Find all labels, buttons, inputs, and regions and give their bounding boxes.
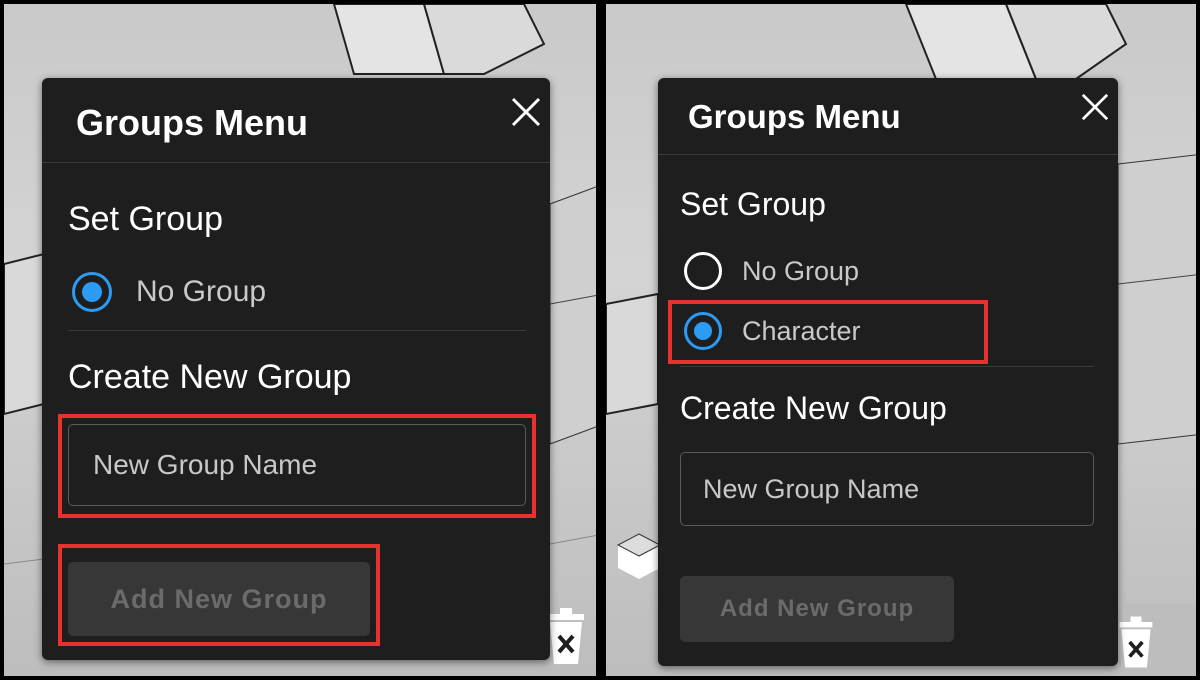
left-screenshot: Groups Menu Set Group No Group Create Ne… <box>0 0 600 680</box>
section-divider <box>680 366 1094 367</box>
title-divider <box>658 154 1118 155</box>
highlight-box-character <box>668 300 988 364</box>
radio-option-no-group[interactable]: No Group <box>72 272 266 312</box>
title-divider <box>42 162 550 163</box>
create-new-group-label: Create New Group <box>680 390 947 426</box>
close-icon[interactable] <box>510 96 542 128</box>
create-new-group-label: Create New Group <box>68 358 352 396</box>
radio-option-label: No Group <box>136 275 267 308</box>
close-icon[interactable] <box>1080 92 1110 122</box>
radio-selected-icon[interactable] <box>72 272 112 312</box>
section-divider <box>68 330 526 331</box>
add-new-group-button[interactable]: Add New Group <box>680 576 954 642</box>
radio-unselected-icon[interactable] <box>684 252 722 290</box>
set-group-label: Set Group <box>68 200 223 238</box>
menu-title: Groups Menu <box>76 102 308 143</box>
right-screenshot: Groups Menu Set Group No Group Character… <box>602 0 1200 680</box>
new-group-name-input[interactable] <box>680 452 1094 526</box>
radio-option-no-group[interactable]: No Group <box>684 252 859 290</box>
trash-icon[interactable] <box>1116 616 1156 673</box>
highlight-box-input <box>58 414 536 518</box>
trash-icon[interactable] <box>544 608 588 669</box>
groups-menu: Groups Menu Set Group No Group Character… <box>658 78 1118 666</box>
cube-icon[interactable] <box>616 532 662 585</box>
radio-option-label: No Group <box>742 255 860 286</box>
set-group-label: Set Group <box>680 186 826 222</box>
highlight-box-button <box>58 544 380 646</box>
menu-title: Groups Menu <box>688 98 901 135</box>
